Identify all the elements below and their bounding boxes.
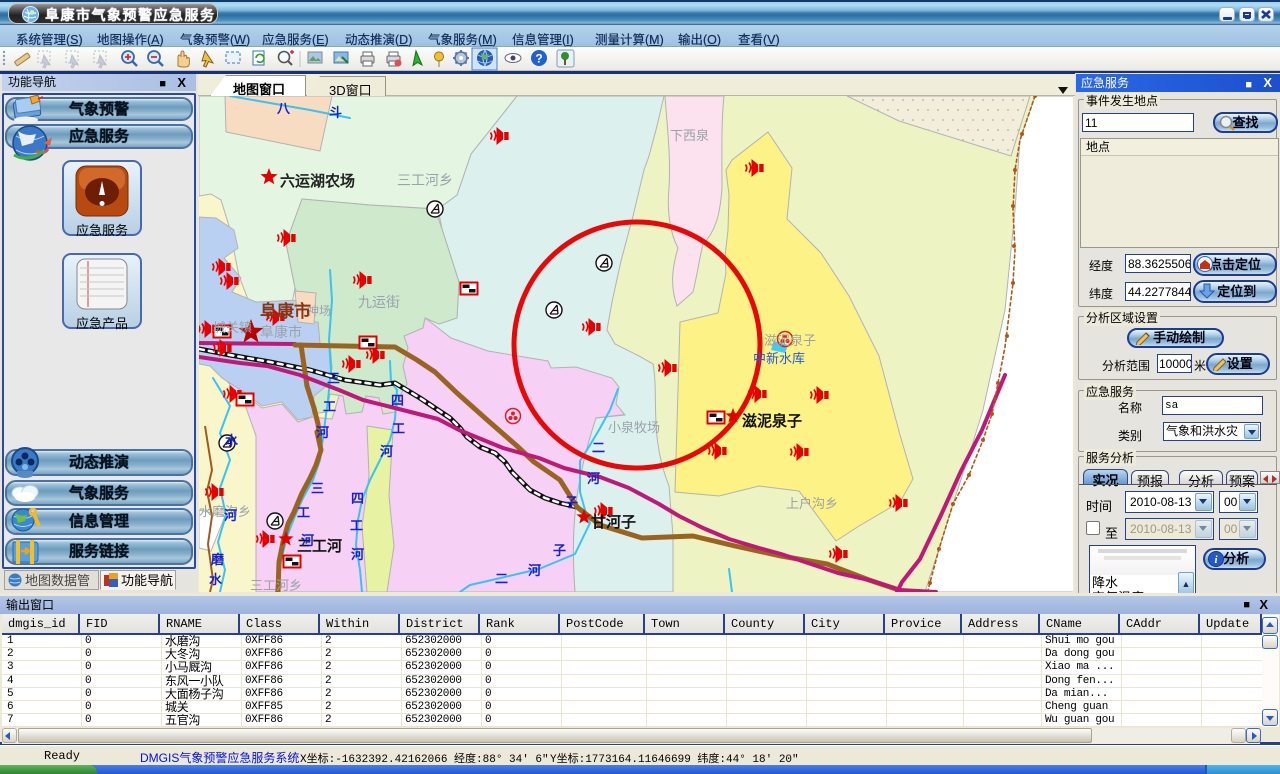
svg-text:河: 河 <box>380 444 393 459</box>
svg-text:阜康市: 阜康市 <box>260 324 302 340</box>
svg-text:子: 子 <box>565 495 578 510</box>
svg-text:三: 三 <box>327 371 340 386</box>
svg-text:河: 河 <box>528 563 541 578</box>
svg-text:河: 河 <box>224 508 237 523</box>
svg-text:河: 河 <box>351 547 364 562</box>
svg-text:子: 子 <box>553 543 566 558</box>
svg-text:九运街: 九运街 <box>358 294 400 310</box>
svg-text:四: 四 <box>391 393 404 408</box>
svg-text:阜康市: 阜康市 <box>260 301 311 321</box>
svg-text:?: ? <box>535 52 542 66</box>
svg-text:滋泥泉子: 滋泥泉子 <box>742 412 802 430</box>
svg-text:三工河乡: 三工河乡 <box>250 578 302 592</box>
svg-text:小泉牧场: 小泉牧场 <box>608 420 660 435</box>
svg-text:四: 四 <box>351 491 364 506</box>
svg-text:工: 工 <box>297 505 310 520</box>
svg-text:六运湖农场: 六运湖农场 <box>280 172 355 190</box>
svg-text:磨: 磨 <box>211 552 224 567</box>
svg-text:河: 河 <box>301 533 314 548</box>
svg-text:河: 河 <box>587 471 600 486</box>
svg-text:工: 工 <box>392 421 405 436</box>
svg-text:城关镇: 城关镇 <box>213 320 252 335</box>
svg-text:河: 河 <box>316 425 329 440</box>
svg-text:水: 水 <box>209 572 223 587</box>
svg-text:下西泉: 下西泉 <box>670 128 709 143</box>
svg-text:甘河子: 甘河子 <box>591 513 636 531</box>
svg-text:八: 八 <box>276 101 291 116</box>
svg-text:水: 水 <box>225 433 239 448</box>
svg-text:三: 三 <box>311 481 324 496</box>
svg-text:斗: 斗 <box>329 105 342 120</box>
svg-text:中新水库: 中新水库 <box>753 351 805 366</box>
svg-text:二: 二 <box>592 440 605 455</box>
svg-text:二: 二 <box>495 571 508 586</box>
svg-text:工: 工 <box>323 399 336 414</box>
svg-text:上户沟乡: 上户沟乡 <box>786 496 838 511</box>
svg-text:三工河乡: 三工河乡 <box>397 172 453 188</box>
svg-text:工: 工 <box>350 518 363 533</box>
svg-text:滋泥泉子: 滋泥泉子 <box>764 333 816 348</box>
